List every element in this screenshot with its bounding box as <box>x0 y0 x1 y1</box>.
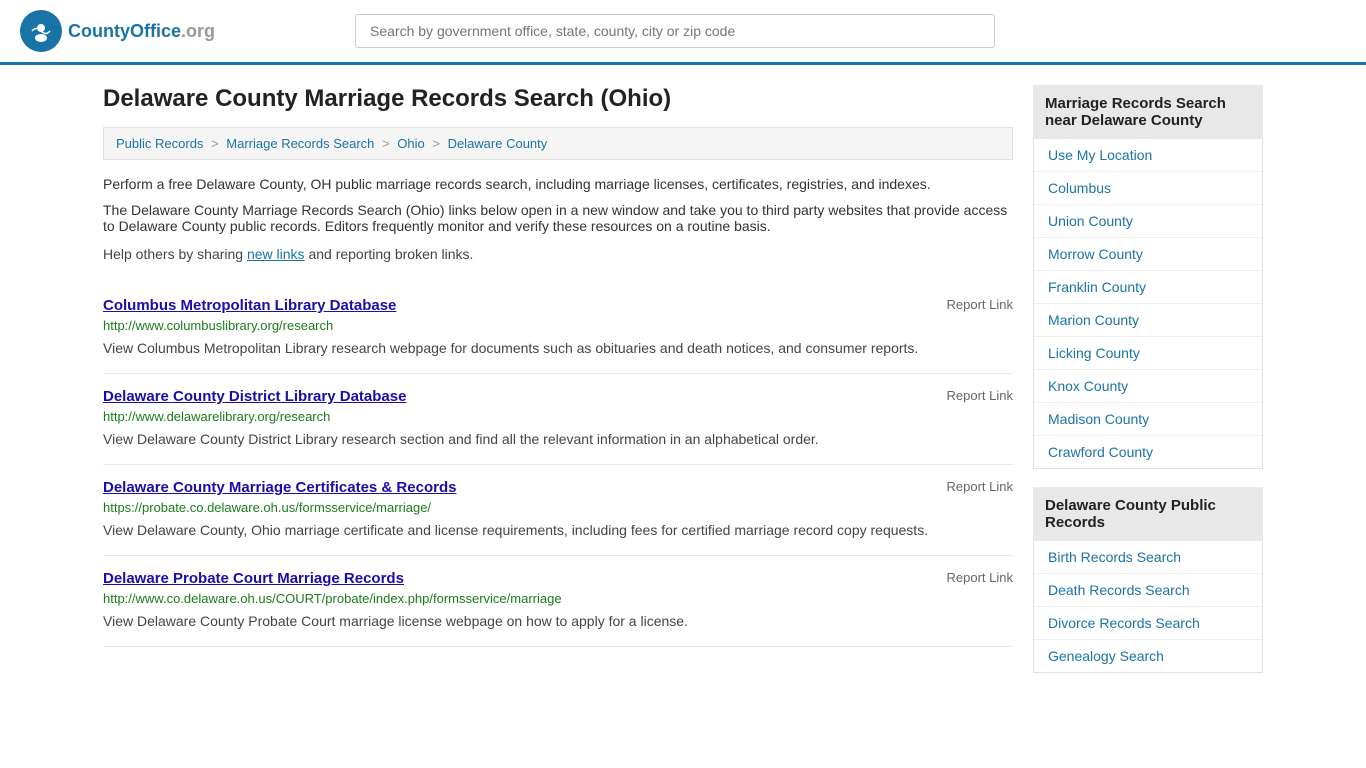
madison-county-link[interactable]: Madison County <box>1048 411 1149 427</box>
use-location-link[interactable]: Use My Location <box>1048 147 1152 163</box>
main-content: Delaware County Marriage Records Search … <box>103 85 1013 691</box>
sidebar-item-crawford-county[interactable]: Crawford County <box>1034 436 1262 468</box>
sidebar-item-madison-county[interactable]: Madison County <box>1034 403 1262 436</box>
record-url[interactable]: http://www.delawarelibrary.org/research <box>103 409 1013 424</box>
search-input[interactable] <box>355 14 995 48</box>
record-block: Delaware County District Library Databas… <box>103 374 1013 465</box>
franklin-county-link[interactable]: Franklin County <box>1048 279 1146 295</box>
record-block: Columbus Metropolitan Library Database R… <box>103 283 1013 374</box>
logo[interactable]: CountyOffice.org <box>20 10 215 52</box>
intro-paragraph-2: The Delaware County Marriage Records Sea… <box>103 202 1013 234</box>
breadcrumb-public-records[interactable]: Public Records <box>116 136 203 151</box>
body-layout: Delaware County Marriage Records Search … <box>83 65 1283 711</box>
marion-county-link[interactable]: Marion County <box>1048 312 1139 328</box>
new-links-link[interactable]: new links <box>247 246 305 262</box>
record-url[interactable]: https://probate.co.delaware.oh.us/formss… <box>103 500 1013 515</box>
genealogy-link[interactable]: Genealogy Search <box>1048 648 1164 664</box>
record-url[interactable]: http://www.co.delaware.oh.us/COURT/proba… <box>103 591 1013 606</box>
divorce-records-link[interactable]: Divorce Records Search <box>1048 615 1200 631</box>
crawford-county-link[interactable]: Crawford County <box>1048 444 1153 460</box>
logo-icon <box>20 10 62 52</box>
breadcrumb: Public Records > Marriage Records Search… <box>103 127 1013 160</box>
report-link[interactable]: Report Link <box>947 479 1013 494</box>
sidebar-nearby-list: Use My Location Columbus Union County Mo… <box>1033 139 1263 469</box>
report-link[interactable]: Report Link <box>947 297 1013 312</box>
sidebar-item-use-location[interactable]: Use My Location <box>1034 139 1262 172</box>
sidebar-nearby-title: Marriage Records Search near Delaware Co… <box>1033 85 1263 139</box>
record-title[interactable]: Delaware Probate Court Marriage Records <box>103 570 404 587</box>
breadcrumb-marriage-records-search[interactable]: Marriage Records Search <box>226 136 374 151</box>
record-desc: View Columbus Metropolitan Library resea… <box>103 338 1013 359</box>
columbus-link[interactable]: Columbus <box>1048 180 1111 196</box>
record-desc: View Delaware County District Library re… <box>103 429 1013 450</box>
sidebar-item-marion-county[interactable]: Marion County <box>1034 304 1262 337</box>
breadcrumb-delaware-county[interactable]: Delaware County <box>448 136 548 151</box>
sidebar-item-birth-records[interactable]: Birth Records Search <box>1034 541 1262 574</box>
sharing-text: Help others by sharing new links and rep… <box>103 244 1013 265</box>
sidebar-item-union-county[interactable]: Union County <box>1034 205 1262 238</box>
sidebar-public-records-title: Delaware County Public Records <box>1033 487 1263 541</box>
sidebar-item-knox-county[interactable]: Knox County <box>1034 370 1262 403</box>
sidebar-item-franklin-county[interactable]: Franklin County <box>1034 271 1262 304</box>
header: CountyOffice.org <box>0 0 1366 65</box>
sidebar-item-morrow-county[interactable]: Morrow County <box>1034 238 1262 271</box>
breadcrumb-ohio[interactable]: Ohio <box>397 136 424 151</box>
intro-paragraph-1: Perform a free Delaware County, OH publi… <box>103 176 1013 192</box>
record-title[interactable]: Columbus Metropolitan Library Database <box>103 297 396 314</box>
search-container <box>355 14 995 48</box>
record-title[interactable]: Delaware County District Library Databas… <box>103 388 406 405</box>
sidebar: Marriage Records Search near Delaware Co… <box>1033 85 1263 691</box>
licking-county-link[interactable]: Licking County <box>1048 345 1140 361</box>
record-header: Delaware County District Library Databas… <box>103 388 1013 405</box>
logo-text: CountyOffice.org <box>68 21 215 42</box>
sidebar-item-divorce-records[interactable]: Divorce Records Search <box>1034 607 1262 640</box>
record-header: Delaware Probate Court Marriage Records … <box>103 570 1013 587</box>
record-title[interactable]: Delaware County Marriage Certificates & … <box>103 479 456 496</box>
union-county-link[interactable]: Union County <box>1048 213 1133 229</box>
record-url[interactable]: http://www.columbuslibrary.org/research <box>103 318 1013 333</box>
sidebar-item-genealogy[interactable]: Genealogy Search <box>1034 640 1262 672</box>
record-desc: View Delaware County, Ohio marriage cert… <box>103 520 1013 541</box>
knox-county-link[interactable]: Knox County <box>1048 378 1128 394</box>
morrow-county-link[interactable]: Morrow County <box>1048 246 1143 262</box>
report-link[interactable]: Report Link <box>947 570 1013 585</box>
record-block: Delaware County Marriage Certificates & … <box>103 465 1013 556</box>
sidebar-public-records-list: Birth Records Search Death Records Searc… <box>1033 541 1263 673</box>
sidebar-item-columbus[interactable]: Columbus <box>1034 172 1262 205</box>
record-desc: View Delaware County Probate Court marri… <box>103 611 1013 632</box>
sidebar-item-licking-county[interactable]: Licking County <box>1034 337 1262 370</box>
record-header: Delaware County Marriage Certificates & … <box>103 479 1013 496</box>
report-link[interactable]: Report Link <box>947 388 1013 403</box>
death-records-link[interactable]: Death Records Search <box>1048 582 1190 598</box>
birth-records-link[interactable]: Birth Records Search <box>1048 549 1181 565</box>
page-title: Delaware County Marriage Records Search … <box>103 85 1013 113</box>
record-header: Columbus Metropolitan Library Database R… <box>103 297 1013 314</box>
sidebar-item-death-records[interactable]: Death Records Search <box>1034 574 1262 607</box>
record-block: Delaware Probate Court Marriage Records … <box>103 556 1013 647</box>
